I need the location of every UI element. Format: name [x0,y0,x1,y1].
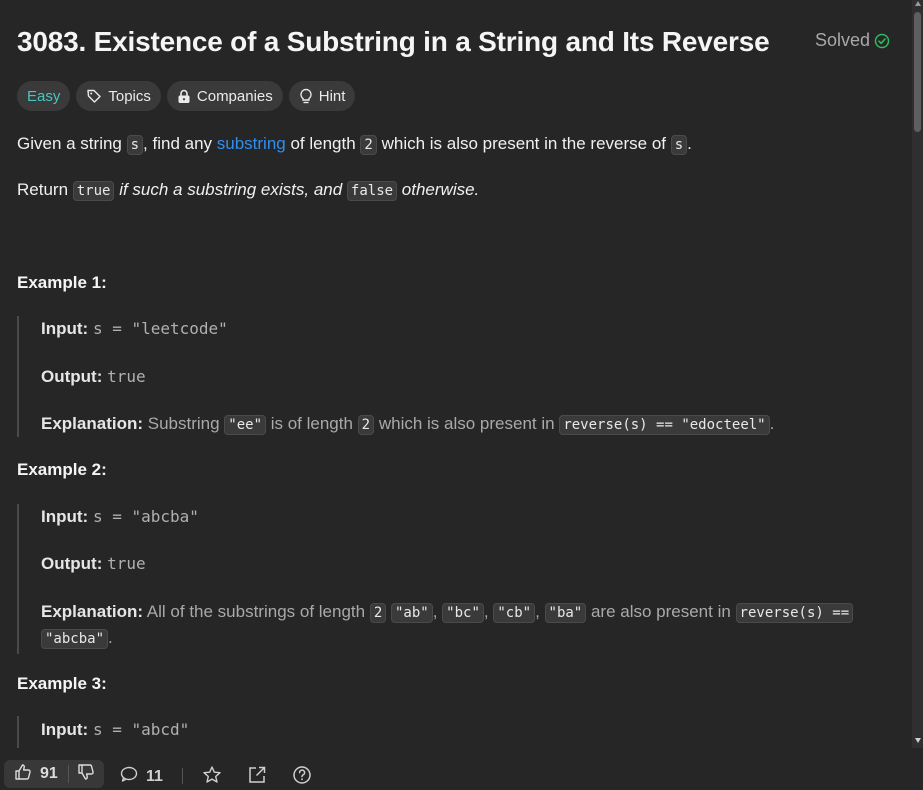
check-circle-icon [874,33,890,49]
example-1-output: Output: true [41,367,146,387]
inline-code: reverse(s) == "edocteel" [559,415,770,435]
text: which is also present in [374,414,560,433]
example-1-explanation: Explanation: Substring "ee" is of length… [41,414,775,435]
vote-group: 91 [4,760,104,788]
help-icon[interactable] [292,765,312,790]
comments-button[interactable]: 11 [120,766,163,787]
star-icon[interactable] [202,765,222,790]
companies-label: Companies [196,87,273,105]
example-1-block: Input: s = "leetcode" Output: true Expla… [17,316,899,437]
text: Given a string [17,134,127,153]
description-paragraph-1: Given a string s, find any substring of … [17,134,692,155]
example-3-heading: Example 3: [17,674,107,693]
example-3-block: Input: s = "abcd" [17,716,899,748]
inline-code: s [670,135,688,155]
example-2-input: Input: s = "abcba" [41,507,199,527]
example-1-heading: Example 1: [17,273,107,292]
inline-code: "ee" [224,415,266,435]
difficulty-label: Easy [27,87,61,105]
input-label: Input: [41,720,89,739]
like-count: 91 [40,765,58,782]
description-paragraph-2: Return true if such a substring exists, … [17,180,480,201]
inline-code: reverse(s) == [735,603,854,623]
action-bar: 91 11 [0,748,923,788]
inline-code: s [126,135,144,155]
topics-label: Topics [108,87,151,105]
output-value: true [107,554,146,573]
example-2-heading: Example 2: [17,460,107,479]
solved-label: Solved [814,30,870,50]
thumbs-down-icon [77,763,95,786]
lock-icon [177,89,191,104]
text: which is also present in the reverse of [376,134,671,153]
output-label: Output: [41,367,103,386]
comment-icon [120,766,138,787]
inline-code: "ab" [391,603,433,623]
tag-icon [86,88,102,104]
text: Substring [143,414,225,433]
text: is of length [266,414,358,433]
text: . [687,134,692,153]
action-divider [182,768,183,784]
text: if such a substring exists, and [114,180,347,199]
solved-status: Solved [815,30,890,51]
problem-title[interactable]: 3083. Existence of a Substring in a Stri… [17,26,770,58]
example-2-explanation-cont: "abcba". [41,628,113,649]
example-2-output: Output: true [41,554,146,574]
text: Return [17,180,73,199]
inline-code: true [72,181,115,201]
explanation-label: Explanation: [41,602,144,621]
like-button[interactable]: 91 [4,763,58,786]
output-label: Output: [41,554,103,573]
inline-code: "ba" [544,603,587,623]
output-value: true [107,367,146,386]
example-2-block: Input: s = "abcba" Output: true Explanat… [17,504,899,654]
share-icon[interactable] [247,765,267,790]
input-label: Input: [41,507,89,526]
text: of length [285,134,361,153]
comment-count: 11 [146,767,163,785]
input-value: s = "abcd" [92,720,190,739]
text: All of the substrings of length [143,602,370,621]
text: , find any [143,134,217,153]
input-label: Input: [41,319,89,338]
hint-button[interactable]: Hint [288,81,356,111]
difficulty-badge: Easy [17,81,71,111]
scroll-down-arrow-icon[interactable] [915,738,921,743]
text: . [769,414,775,433]
inline-code: 2 [369,603,387,623]
vote-divider [67,765,69,783]
companies-button[interactable]: Companies [166,81,283,111]
topics-button[interactable]: Topics [76,81,161,111]
title-row: 3083. Existence of a Substring in a Stri… [17,24,892,64]
hint-label: Hint [318,87,346,105]
example-3-input: Input: s = "abcd" [41,720,189,740]
input-value: s = "abcba" [92,507,199,526]
dislike-button[interactable] [77,763,95,786]
vertical-scrollbar[interactable] [912,0,923,748]
text: otherwise. [397,180,480,199]
substring-link[interactable]: substring [217,134,286,153]
scroll-up-arrow-icon[interactable] [915,1,921,6]
inline-code: 2 [360,135,377,155]
inline-code: 2 [357,415,375,435]
inline-code: false [346,181,398,201]
input-value: s = "leetcode" [92,319,228,338]
scrollbar-thumb[interactable] [914,12,921,132]
inline-code: "cb" [493,603,536,623]
lightbulb-icon [299,88,313,105]
explanation-label: Explanation: [41,414,144,433]
inline-code: "bc" [442,603,484,623]
text: are also present in [586,602,736,621]
inline-code: "abcba" [41,629,109,649]
text: . [108,628,113,647]
example-2-explanation: Explanation: All of the substrings of le… [41,602,854,623]
thumbs-up-icon [14,763,32,786]
example-1-input: Input: s = "leetcode" [41,319,228,339]
problem-description: 3083. Existence of a Substring in a Stri… [0,0,912,748]
tag-bar: Easy Topics Companies Hint [17,81,356,111]
